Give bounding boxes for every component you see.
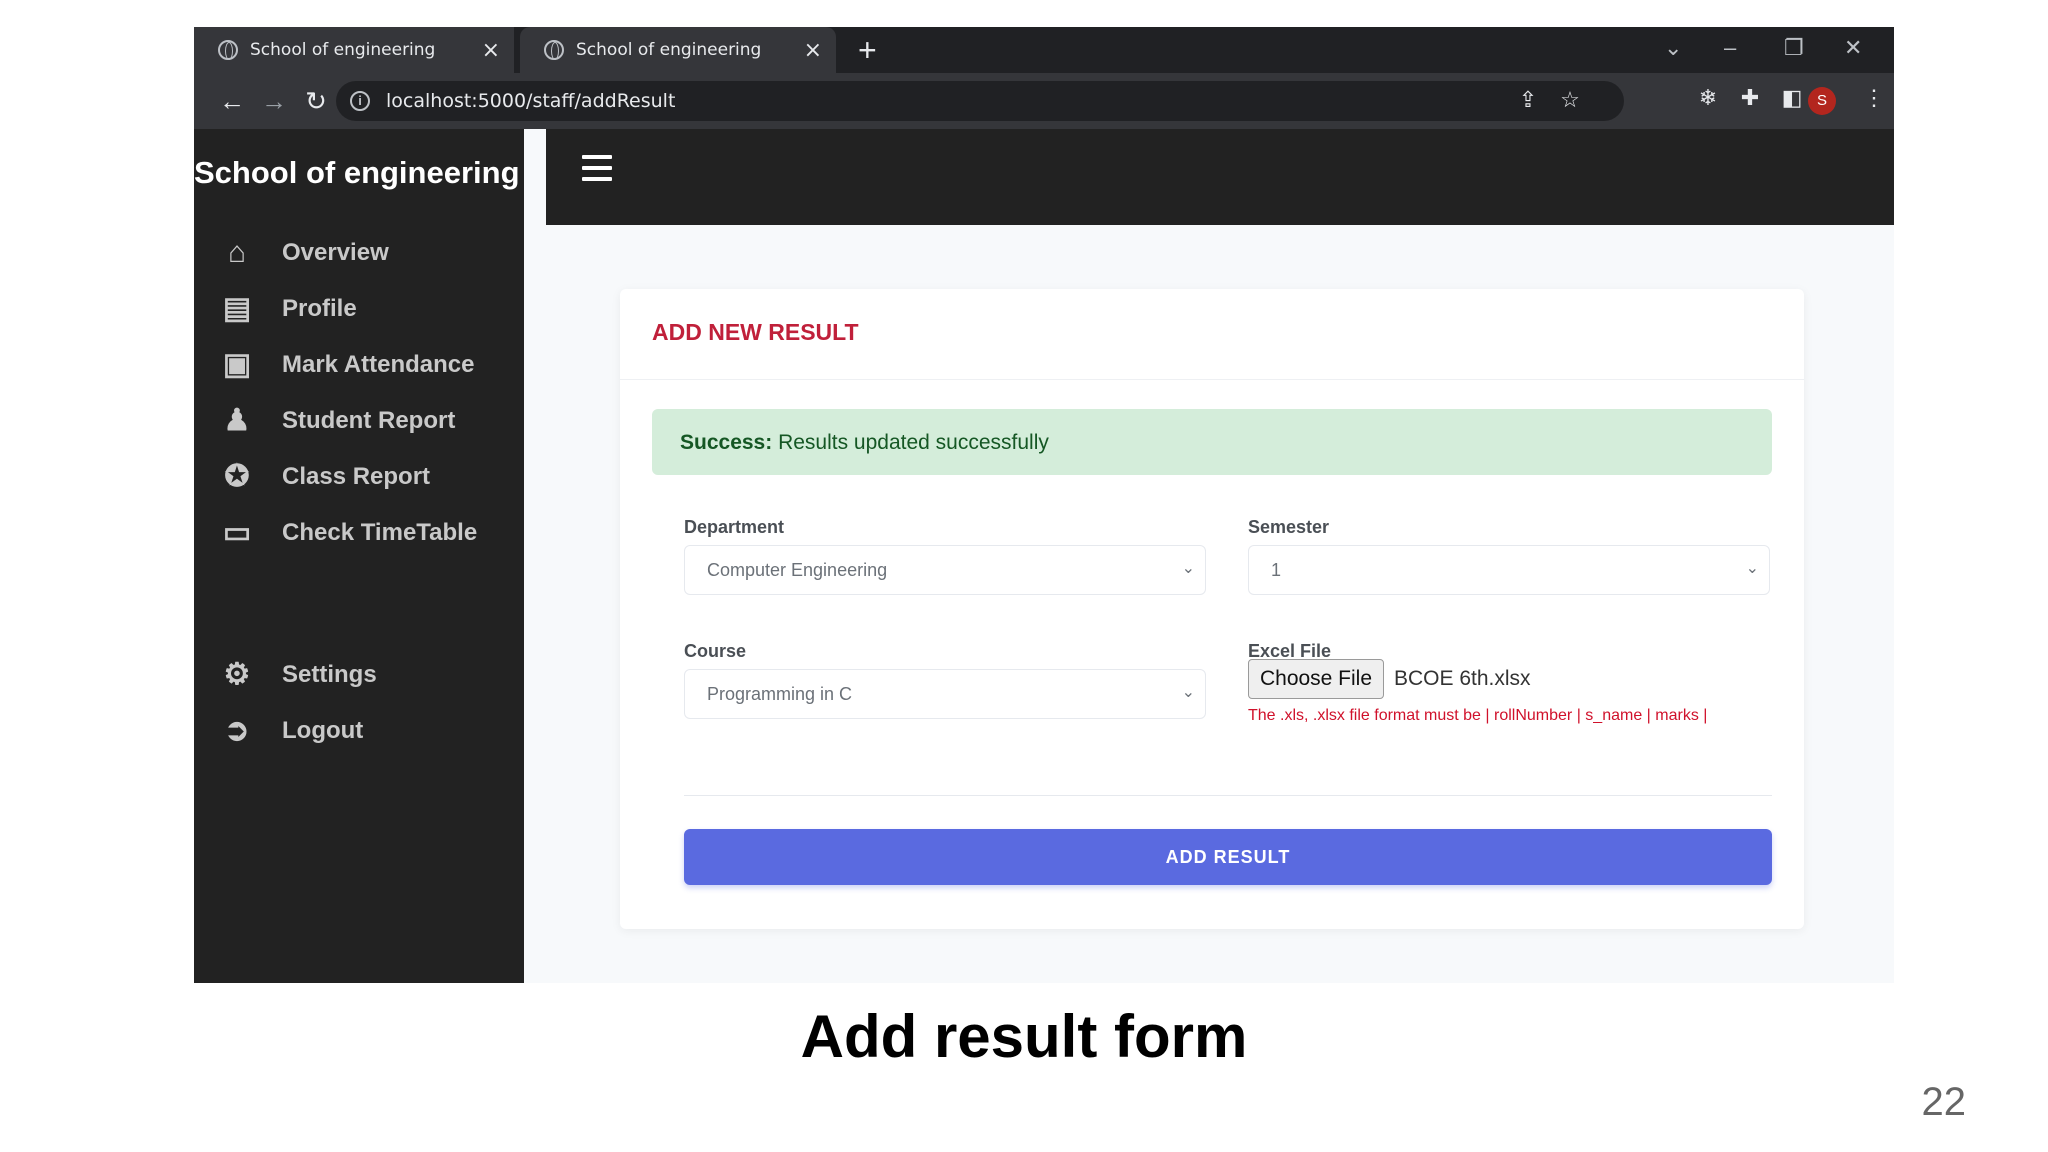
slide-page-number: 22 [1921, 1080, 1967, 1124]
course-select[interactable]: Programming in C ⌄ [684, 669, 1206, 719]
sidebar-item-logout[interactable]: ➲ Logout [216, 709, 363, 753]
semester-select[interactable]: 1 ⌄ [1248, 545, 1770, 595]
file-format-hint: The .xls, .xlsx file format must be | ro… [1248, 707, 1708, 724]
bookmark-star-icon[interactable]: ☆ [1554, 87, 1586, 113]
id-card-icon: ▤ [222, 292, 252, 325]
address-bar[interactable]: i localhost:5000/staff/addResult ⇪ ☆ [336, 81, 1624, 121]
divider [620, 379, 1804, 380]
award-icon: ✪ [224, 460, 250, 493]
tab-title: School of engineering [576, 40, 762, 60]
browser-tab-bar: School of engineering × School of engine… [194, 27, 1894, 73]
reload-icon[interactable]: ↻ [298, 83, 334, 119]
chevron-down-icon: ⌄ [1181, 684, 1195, 701]
puzzle-icon[interactable]: ✚ [1734, 85, 1766, 111]
laptop-icon: ▭ [222, 516, 252, 549]
share-icon[interactable]: ⇪ [1512, 87, 1544, 113]
sidebar-item-label: Logout [282, 717, 364, 744]
minimize-icon[interactable]: – [1724, 35, 1736, 61]
browser-tab-active[interactable]: School of engineering × [520, 27, 836, 73]
browser-toolbar: ← → ↻ i localhost:5000/staff/addResult ⇪… [194, 73, 1894, 129]
sidebar-item-label: Profile [282, 295, 357, 322]
card-title: ADD NEW RESULT [652, 319, 859, 345]
logout-icon: ➲ [224, 714, 250, 747]
department-value: Computer Engineering [707, 560, 888, 580]
divider [684, 795, 1772, 796]
sidebar-item-label: Settings [282, 661, 377, 688]
sidebar-item-label: Student Report [282, 407, 456, 434]
restore-icon[interactable]: ❐ [1784, 35, 1804, 61]
close-tab-icon[interactable]: × [804, 38, 822, 63]
hamburger-menu-icon[interactable] [582, 155, 612, 183]
semester-value: 1 [1271, 560, 1282, 580]
globe-icon [544, 40, 564, 60]
sidebar-item-label: Check TimeTable [282, 519, 478, 546]
close-tab-icon[interactable]: × [482, 38, 500, 63]
browser-tab[interactable]: School of engineering × [194, 27, 514, 73]
sidebar-item-label: Overview [282, 239, 389, 266]
close-window-icon[interactable]: ✕ [1844, 35, 1862, 61]
course-value: Programming in C [707, 684, 853, 704]
sidebar-item-label: Mark Attendance [282, 351, 475, 378]
url-text: localhost:5000/staff/addResult [386, 90, 676, 112]
home-icon: ⌂ [227, 236, 247, 269]
profile-avatar[interactable]: S [1808, 87, 1836, 115]
brand-title: School of engineering [194, 155, 520, 190]
site-info-icon[interactable]: i [350, 91, 370, 111]
selected-file-name: BCOE 6th.xlsx [1394, 667, 1531, 690]
slide-caption: Add result form [800, 1003, 1248, 1070]
forward-icon[interactable]: → [256, 83, 292, 119]
department-select[interactable]: Computer Engineering ⌄ [684, 545, 1206, 595]
chalkboard-teacher-icon: ▣ [222, 348, 252, 381]
extension-icon[interactable]: ❄ [1692, 85, 1724, 111]
add-result-button[interactable]: ADD RESULT [684, 829, 1772, 885]
top-bar [546, 129, 1894, 225]
side-panel-icon[interactable]: ◧ [1776, 85, 1808, 111]
tab-search-icon[interactable]: ⌄ [1664, 35, 1682, 61]
alert-message: Results updated successfully [772, 431, 1049, 454]
chevron-down-icon: ⌄ [1181, 560, 1195, 577]
globe-icon [218, 40, 238, 60]
add-result-card: ADD NEW RESULT Success: Results updated … [620, 289, 1804, 929]
sidebar-item-student-report[interactable]: ♟ Student Report [216, 399, 456, 443]
chevron-down-icon: ⌄ [1745, 560, 1759, 577]
sidebar: School of engineering ⌂ Overview ▤ Profi… [194, 129, 524, 983]
success-alert: Success: Results updated successfully [652, 409, 1772, 475]
new-tab-button[interactable]: + [858, 33, 877, 67]
sidebar-item-profile[interactable]: ▤ Profile [216, 287, 357, 331]
screenshot: School of engineering × School of engine… [194, 27, 1894, 983]
sidebar-item-settings[interactable]: ⚙ Settings [216, 653, 377, 697]
semester-label: Semester [1248, 517, 1330, 537]
gear-icon: ⚙ [223, 658, 251, 691]
sidebar-item-mark-attendance[interactable]: ▣ Mark Attendance [216, 343, 475, 387]
sidebar-item-class-report[interactable]: ✪ Class Report [216, 455, 430, 499]
choose-file-button[interactable]: Choose File [1248, 659, 1384, 699]
menu-dots-icon[interactable]: ⋮ [1858, 85, 1890, 111]
course-label: Course [684, 641, 747, 661]
users-icon: ♟ [223, 404, 251, 437]
sidebar-item-check-timetable[interactable]: ▭ Check TimeTable [216, 511, 477, 555]
back-icon[interactable]: ← [214, 83, 250, 119]
department-label: Department [684, 517, 785, 537]
tab-title: School of engineering [250, 40, 436, 60]
sidebar-item-overview[interactable]: ⌂ Overview [216, 231, 389, 275]
alert-strong: Success: [680, 431, 773, 454]
sidebar-item-label: Class Report [282, 463, 431, 490]
